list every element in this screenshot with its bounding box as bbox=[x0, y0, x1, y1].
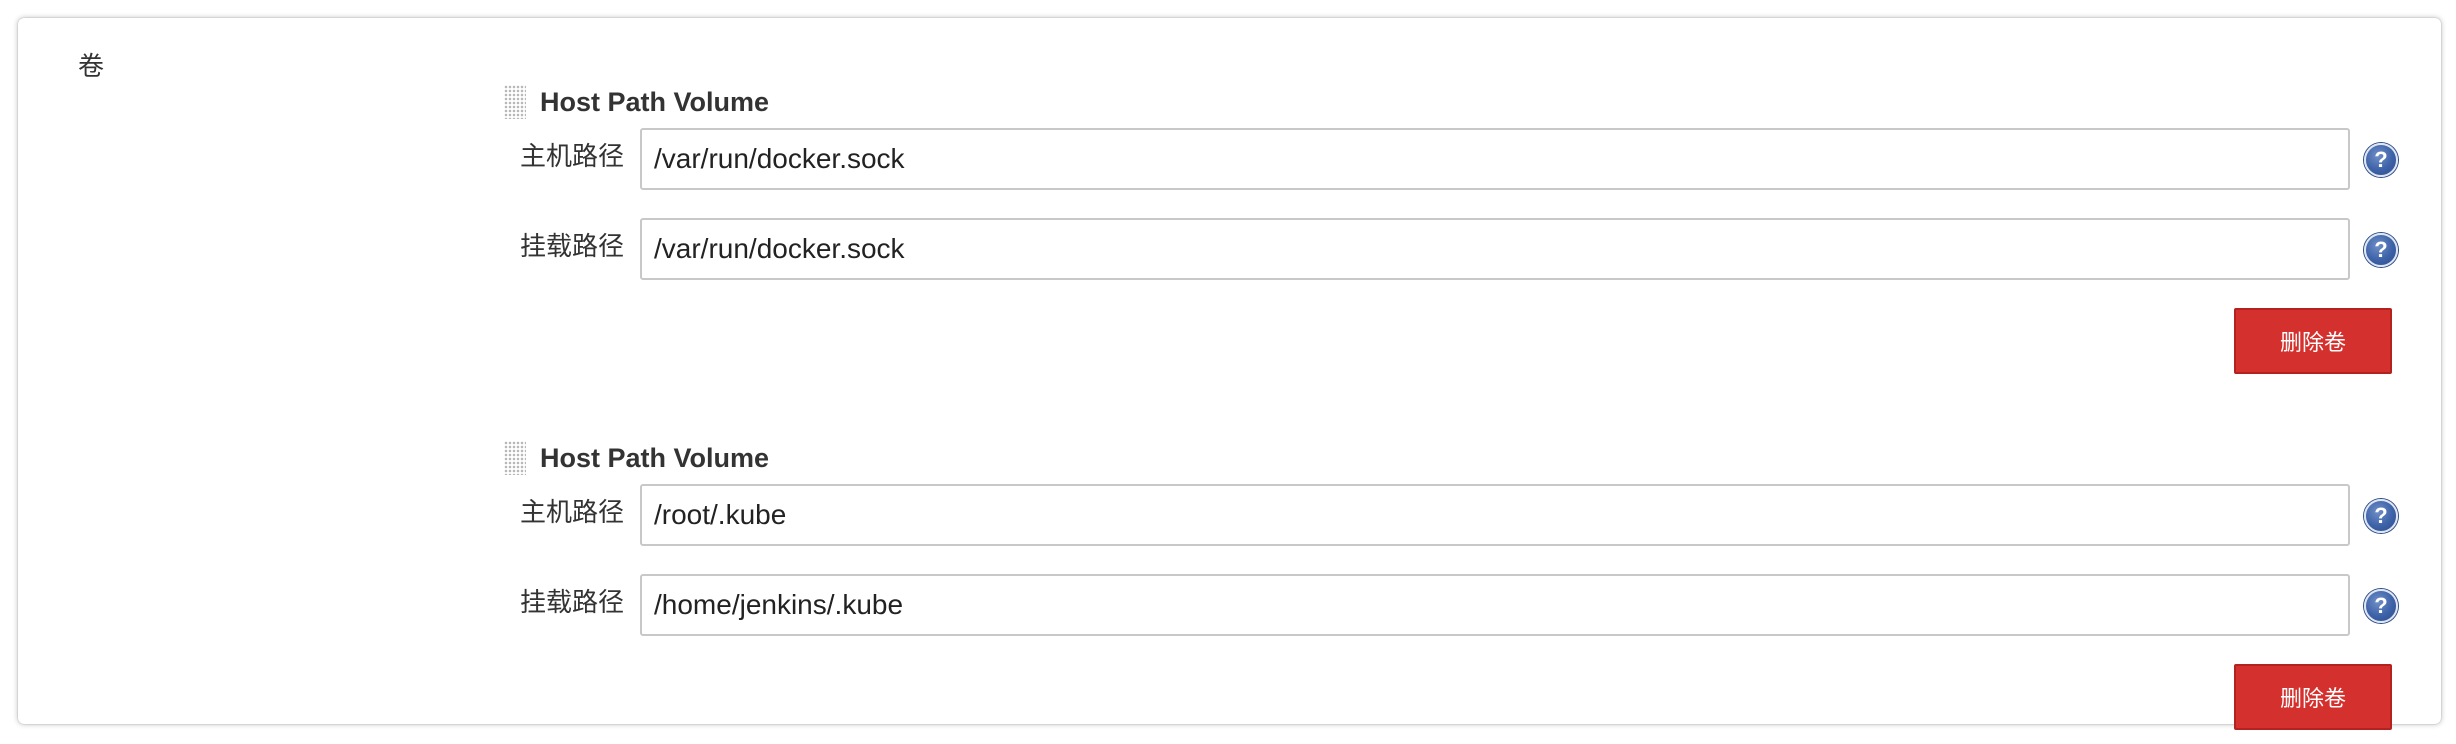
host-path-label: 主机路径 bbox=[520, 142, 625, 172]
mount-path-label: 挂载路径 bbox=[520, 588, 625, 618]
delete-volume-button[interactable]: 删除卷 bbox=[2234, 664, 2392, 730]
host-path-input[interactable] bbox=[640, 484, 2350, 546]
mount-path-label: 挂载路径 bbox=[520, 232, 625, 262]
drag-handle-icon[interactable] bbox=[504, 85, 526, 119]
host-path-row: 主机路径 ? bbox=[504, 128, 2404, 194]
help-icon[interactable]: ? bbox=[2364, 589, 2398, 623]
volumes-panel: 卷 Host Path Volume 主机路径 ? 挂载路径 ? 删除卷 Hos… bbox=[18, 18, 2441, 730]
mount-path-row: 挂载路径 ? bbox=[504, 218, 2404, 284]
host-path-input[interactable] bbox=[640, 128, 2350, 190]
volume-title: Host Path Volume bbox=[540, 86, 770, 117]
volume-header: Host Path Volume bbox=[504, 82, 769, 122]
mount-path-row: 挂载路径 ? bbox=[504, 574, 2404, 640]
host-path-row: 主机路径 ? bbox=[504, 484, 2404, 550]
help-icon[interactable]: ? bbox=[2364, 499, 2398, 533]
mount-path-input[interactable] bbox=[640, 574, 2350, 636]
section-label: 卷 bbox=[78, 52, 105, 82]
help-icon[interactable]: ? bbox=[2364, 143, 2398, 177]
mount-path-input[interactable] bbox=[640, 218, 2350, 280]
volume-title: Host Path Volume bbox=[540, 442, 770, 473]
drag-handle-icon[interactable] bbox=[504, 441, 526, 475]
help-icon[interactable]: ? bbox=[2364, 233, 2398, 267]
volume-header: Host Path Volume bbox=[504, 438, 769, 478]
delete-volume-button[interactable]: 删除卷 bbox=[2234, 308, 2392, 374]
host-path-label: 主机路径 bbox=[520, 498, 625, 528]
